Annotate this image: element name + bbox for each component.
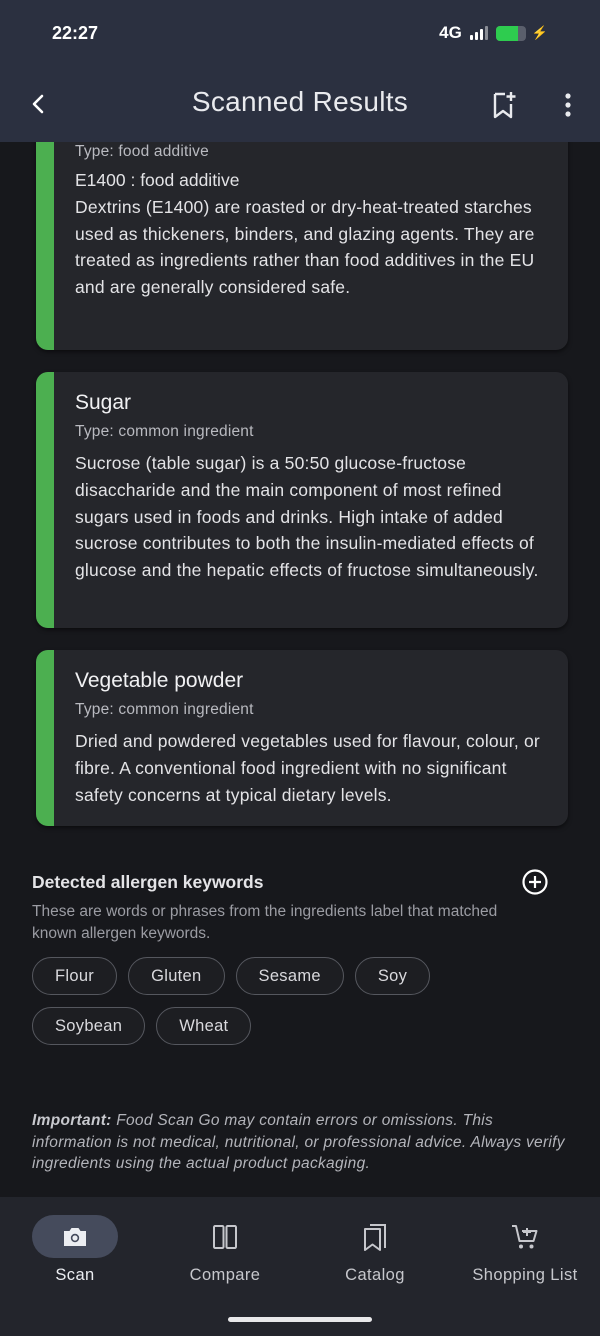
disclaimer: Important: Food Scan Go may contain erro…	[32, 1110, 572, 1175]
bookmark-add-icon	[493, 92, 516, 119]
battery-icon	[495, 25, 526, 41]
charging-icon: ⚡	[531, 25, 548, 40]
nav-item-catalog[interactable]: Catalog	[300, 1215, 450, 1295]
nav-indicator	[32, 1215, 118, 1258]
nav-item-shopping-list[interactable]: Shopping List	[450, 1215, 600, 1295]
signal-icon	[469, 26, 488, 40]
status-stripe	[36, 650, 54, 826]
allergen-chip[interactable]: Sesame	[235, 957, 344, 995]
allergen-chip[interactable]: Soy	[354, 957, 431, 995]
nav-indicator	[332, 1215, 418, 1258]
allergen-section: Detected allergen keywords These are wor…	[32, 869, 568, 1045]
allergen-chip[interactable]: Soybean	[32, 1007, 146, 1045]
bottom-nav: Scan Compare Catalog Shopping List	[0, 1197, 600, 1336]
battery-level	[495, 25, 519, 41]
nav-label: Scan	[55, 1266, 95, 1284]
nav-label: Shopping List	[472, 1266, 578, 1284]
ingredient-card[interactable]: Sugar Type: common ingredient Sucrose (t…	[36, 372, 568, 628]
status-bar: 22:27 4G ⚡	[0, 0, 600, 66]
more-vertical-icon	[565, 93, 571, 117]
status-indicators: 4G ⚡	[439, 23, 548, 43]
bookmark-add-button[interactable]	[490, 90, 518, 120]
allergen-chip[interactable]: Gluten	[128, 957, 225, 995]
disclaimer-label: Important:	[32, 1112, 112, 1129]
results-list[interactable]: Type: food additive E1400 : food additiv…	[0, 142, 600, 1197]
nav-item-scan[interactable]: Scan	[0, 1215, 150, 1295]
ingredient-description: Dried and powdered vegetables used for f…	[75, 731, 540, 805]
ingredient-description: Dextrins (E1400) are roasted or dry-heat…	[75, 196, 535, 298]
camera-icon	[64, 1227, 86, 1246]
ingredient-code: E1400 : food additive	[75, 170, 240, 190]
nav-indicator	[182, 1215, 268, 1258]
app-bar: Scanned Results	[0, 66, 600, 142]
more-options-button[interactable]	[556, 90, 580, 120]
ingredient-description: Sucrose (table sugar) is a 50:50 glucose…	[75, 453, 539, 581]
allergen-description: These are words or phrases from the ingr…	[32, 903, 498, 942]
allergen-chip[interactable]: Wheat	[156, 1007, 252, 1045]
disclaimer-text: Food Scan Go may contain errors or omiss…	[32, 1112, 565, 1172]
ingredient-type: Type: common ingredient	[75, 423, 254, 440]
home-indicator[interactable]	[228, 1317, 372, 1322]
ingredient-type: Type: food additive	[75, 143, 209, 160]
nav-item-compare[interactable]: Compare	[150, 1215, 300, 1295]
nav-label: Compare	[189, 1266, 261, 1284]
ingredient-name: Vegetable powder	[75, 669, 244, 692]
status-stripe	[36, 372, 54, 628]
cart-icon	[512, 1224, 538, 1248]
allergen-title: Detected allergen keywords	[32, 872, 264, 892]
ingredient-card[interactable]: Vegetable powder Type: common ingredient…	[36, 650, 568, 826]
nav-label: Catalog	[345, 1266, 405, 1284]
allergen-chip[interactable]: Flour	[32, 957, 118, 995]
status-time: 22:27	[52, 22, 99, 43]
nav-indicator	[482, 1215, 568, 1258]
ingredient-name: Sugar	[75, 391, 132, 414]
allergen-chips: Flour Gluten Sesame Soy Soybean Wheat	[32, 957, 552, 1045]
add-allergen-button[interactable]	[521, 868, 549, 896]
status-stripe	[36, 142, 54, 350]
ingredient-type: Type: common ingredient	[75, 701, 254, 718]
catalog-icon	[364, 1223, 386, 1251]
ingredient-card[interactable]: Type: food additive E1400 : food additiv…	[36, 142, 568, 350]
network-label: 4G	[439, 23, 462, 42]
add-circle-icon	[522, 869, 548, 895]
compare-icon	[213, 1224, 237, 1249]
